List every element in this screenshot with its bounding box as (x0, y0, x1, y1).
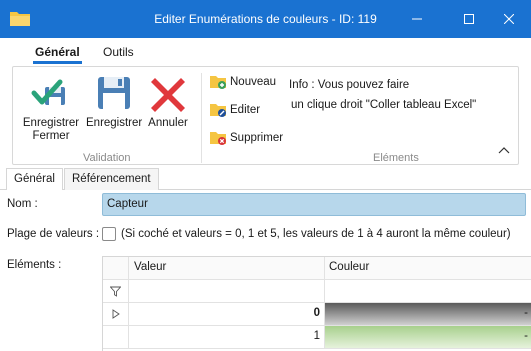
nouveau-button[interactable]: Nouveau (209, 74, 276, 90)
close-icon (504, 14, 514, 24)
plage-checkbox[interactable] (102, 227, 116, 241)
info-text: Info : Vous pouvez faire un clique droit… (289, 75, 476, 115)
supprimer-label: Supprimer (230, 132, 284, 144)
ribbon-group-divider (201, 73, 202, 163)
row-indicator (103, 326, 129, 348)
form-tab-bar: Général Référencement (0, 168, 531, 191)
elements-label: Eléments : (7, 259, 62, 271)
ribbon-panel: Enregistrer Fermer Enregistrer Annuler V… (12, 66, 519, 165)
info-line-1: Info : Vous pouvez faire (289, 79, 410, 91)
form-area: Nom : Capteur Plage de valeurs : (Si coc… (0, 190, 531, 351)
couleur-cell[interactable]: - (325, 326, 531, 348)
save-close-label-2: Fermer (32, 130, 70, 142)
plage-hint: (Si coché et valeurs = 0, 1 et 5, les va… (121, 228, 511, 240)
supprimer-button[interactable]: Supprimer (209, 130, 283, 146)
save-close-label-1: Enregistrer (22, 117, 80, 129)
new-folder-icon (210, 76, 226, 89)
save-close-icon (31, 79, 65, 105)
save-close-button[interactable]: Enregistrer Fermer (17, 73, 85, 143)
save-button[interactable]: Enregistrer (86, 73, 142, 130)
floppy-disk-icon (98, 77, 130, 109)
column-header-valeur[interactable]: Valeur (129, 257, 325, 279)
red-x-icon (151, 78, 185, 112)
delete-folder-icon (210, 132, 226, 145)
table-row[interactable]: 0 - (103, 303, 531, 326)
grid-header-row: Valeur Couleur (103, 257, 531, 280)
save-label: Enregistrer (86, 117, 143, 129)
collapse-ribbon-icon[interactable] (496, 144, 512, 156)
cancel-label: Annuler (148, 117, 188, 129)
plage-label: Plage de valeurs : (7, 228, 100, 240)
nom-input[interactable]: Capteur (102, 193, 526, 216)
minimize-icon (412, 18, 422, 20)
tab-referencement[interactable]: Référencement (64, 168, 159, 190)
minimize-button[interactable] (394, 0, 440, 38)
table-row[interactable]: 1 - (103, 326, 531, 349)
elements-grid: Valeur Couleur 0 - 1 - (102, 256, 531, 351)
cancel-button[interactable]: Annuler (147, 73, 189, 130)
editer-button[interactable]: Editer (209, 102, 260, 118)
tab-general[interactable]: Général (6, 168, 63, 191)
valeur-cell[interactable]: 0 (129, 303, 325, 325)
maximize-icon (464, 14, 474, 24)
header-indicator-cell (103, 257, 129, 279)
ribbon-tab-general[interactable]: Général (33, 45, 82, 64)
filter-couleur-cell[interactable] (325, 280, 531, 302)
ribbon-tab-bar: Général Outils (0, 38, 531, 66)
nouveau-label: Nouveau (230, 76, 277, 88)
editer-label: Editer (230, 104, 261, 116)
valeur-cell[interactable]: 1 (129, 326, 325, 348)
column-header-couleur[interactable]: Couleur (325, 257, 531, 279)
couleur-cell[interactable]: - (325, 303, 531, 325)
info-line-2: un clique droit "Coller tableau Excel" (291, 99, 477, 111)
filter-cell[interactable] (103, 280, 129, 302)
filter-icon (110, 286, 121, 297)
ribbon-tab-outils[interactable]: Outils (103, 45, 134, 59)
current-row-indicator (103, 303, 129, 325)
play-arrow-icon (112, 309, 120, 319)
title-bar: Editer Enumérations de couleurs - ID: 11… (0, 0, 531, 38)
grid-filter-row (103, 280, 531, 303)
nom-label: Nom : (7, 198, 38, 210)
validation-group-label: Validation (83, 152, 131, 164)
edit-folder-icon (210, 104, 226, 117)
elements-group-label: Eléments (373, 152, 419, 164)
filter-valeur-cell[interactable] (129, 280, 325, 302)
close-button[interactable] (486, 0, 531, 38)
